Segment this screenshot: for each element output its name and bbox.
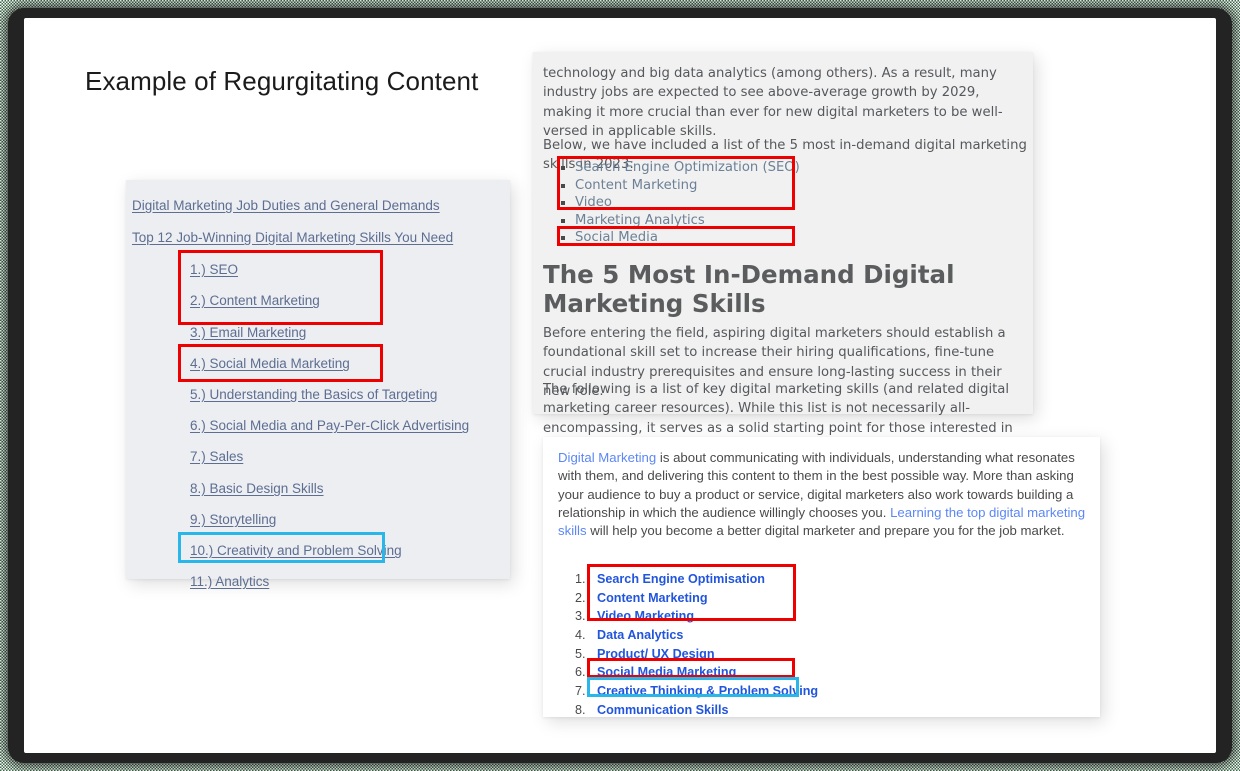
toc-item-12[interactable]: 11.) Analytics xyxy=(190,574,269,589)
ranked-link-0[interactable]: Search Engine Optimisation xyxy=(597,572,765,586)
ranked-link-5[interactable]: Social Media Marketing xyxy=(597,665,736,679)
in-demand-skills-list: Search Engine Optimization (SEO) Content… xyxy=(543,159,800,247)
ranked-list-item-5: Social Media Marketing xyxy=(575,663,818,682)
article-panel: technology and big data analytics (among… xyxy=(533,52,1033,455)
ranked-link-7[interactable]: Communication Skills xyxy=(597,703,729,717)
toc-item-3[interactable]: 2.) Content Marketing xyxy=(190,293,320,308)
skills-link-1[interactable]: Content Marketing xyxy=(575,178,697,193)
skills-link-2[interactable]: Video xyxy=(575,195,612,210)
ranked-link-1[interactable]: Content Marketing xyxy=(597,591,708,605)
ranked-list-item-6: Creative Thinking & Problem Solving xyxy=(575,682,818,701)
ranked-list-item-0: Search Engine Optimisation xyxy=(575,570,818,589)
ranked-list-item-1: Content Marketing xyxy=(575,589,818,608)
ranked-link-3[interactable]: Data Analytics xyxy=(597,628,683,642)
toc-item-5[interactable]: 4.) Social Media Marketing xyxy=(190,356,350,371)
toc-item-9[interactable]: 8.) Basic Design Skills xyxy=(190,481,324,496)
skills-link-0[interactable]: Search Engine Optimization (SEO) xyxy=(575,160,800,175)
skills-list-item-2: Video xyxy=(543,194,800,212)
skills-list-item-0: Search Engine Optimization (SEO) xyxy=(543,159,800,177)
intro-panel: Digital Marketing is about communicating… xyxy=(543,437,1100,720)
page-title: Example of Regurgitating Content xyxy=(85,66,479,96)
toc-item-4[interactable]: 3.) Email Marketing xyxy=(190,325,306,340)
toc-item-8[interactable]: 7.) Sales xyxy=(190,449,243,464)
toc-item-0[interactable]: Digital Marketing Job Duties and General… xyxy=(132,198,440,213)
skills-list-item-1: Content Marketing xyxy=(543,177,800,195)
ranked-list-item-4: Product/ UX Design xyxy=(575,645,818,664)
toc-item-10[interactable]: 9.) Storytelling xyxy=(190,512,276,527)
ranked-link-4[interactable]: Product/ UX Design xyxy=(597,647,715,661)
intro-paragraph: Digital Marketing is about communicating… xyxy=(558,449,1089,540)
document-page: Example of Regurgitating Content Digital… xyxy=(24,18,1216,753)
ranked-list-item-2: Video Marketing xyxy=(575,607,818,626)
ranked-skills-list: Search Engine Optimisation Content Marke… xyxy=(575,570,818,720)
skills-link-4[interactable]: Social Media xyxy=(575,230,658,245)
ranked-link-2[interactable]: Video Marketing xyxy=(597,609,694,623)
toc-item-6[interactable]: 5.) Understanding the Basics of Targetin… xyxy=(190,387,437,402)
toc-item-7[interactable]: 6.) Social Media and Pay-Per-Click Adver… xyxy=(190,418,469,433)
article-heading: The 5 Most In-Demand Digital Marketing S… xyxy=(543,260,955,318)
ranked-list-item-7: Communication Skills xyxy=(575,701,818,720)
article-paragraph-1: technology and big data analytics (among… xyxy=(543,66,1003,140)
skills-list-item-4: Social Media xyxy=(543,229,800,247)
toc-item-1[interactable]: Top 12 Job-Winning Digital Marketing Ski… xyxy=(132,230,453,245)
toc-item-11[interactable]: 10.) Creativity and Problem Solving xyxy=(190,543,402,558)
ranked-list-item-3: Data Analytics xyxy=(575,626,818,645)
intro-link-digital-marketing[interactable]: Digital Marketing xyxy=(558,450,656,465)
ranked-link-6[interactable]: Creative Thinking & Problem Solving xyxy=(597,684,818,698)
skills-link-3[interactable]: Marketing Analytics xyxy=(575,213,705,228)
intro-text-2: will help you become a better digital ma… xyxy=(586,523,1065,539)
toc-item-2[interactable]: 1.) SEO xyxy=(190,262,238,277)
skills-list-item-3: Marketing Analytics xyxy=(543,212,800,230)
toc-panel: Digital Marketing Job Duties and General… xyxy=(126,180,510,589)
